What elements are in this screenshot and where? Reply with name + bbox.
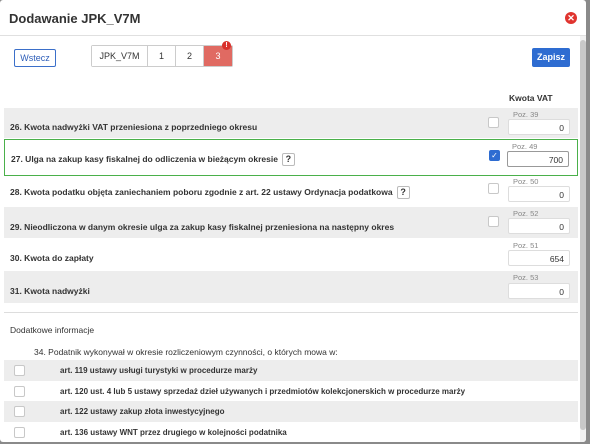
tab-jpk[interactable]: JPK_V7M	[92, 46, 148, 66]
additional-info-header: Dodatkowe informacje	[10, 325, 95, 335]
row-label: 28. Kwota podatku objęta zaniechaniem po…	[10, 186, 410, 199]
amount-value: 654	[508, 250, 570, 266]
row-label: 27. Ulga na zakup kasy fiskalnej do odli…	[11, 153, 295, 166]
row-checkbox[interactable]	[488, 216, 499, 227]
option-row: art. 122 ustawy zakup złota inwestycyjne…	[4, 401, 578, 422]
error-badge-icon: !	[222, 41, 231, 50]
poz-label: Poz. 39	[513, 110, 539, 119]
form-row-31: 31. Kwota nadwyżki Poz. 53 0	[4, 271, 578, 303]
amount-input[interactable]: 0	[508, 119, 570, 135]
save-button[interactable]: Zapisz	[532, 48, 570, 67]
poz-label: Poz. 53	[513, 273, 539, 282]
form-row-27: 27. Ulga na zakup kasy fiskalnej do odli…	[4, 139, 578, 176]
option-row: art. 119 ustawy usługi turystyki w proce…	[4, 360, 578, 381]
scrollbar-thumb[interactable]	[580, 40, 586, 430]
tab-2[interactable]: 2	[176, 46, 204, 66]
poz-label: Poz. 49	[512, 142, 538, 151]
back-button[interactable]: Wstecz	[14, 49, 56, 67]
amount-input[interactable]: 700	[507, 151, 569, 167]
form-row-29: 29. Nieodliczona w danym okresie ulga za…	[4, 207, 578, 238]
poz-label: Poz. 50	[513, 177, 539, 186]
tab-1[interactable]: 1	[148, 46, 176, 66]
amount-input[interactable]: 0	[508, 186, 570, 202]
step-tabs: JPK_V7M 1 2 3	[91, 45, 233, 67]
row-checkbox[interactable]	[488, 117, 499, 128]
option-checkbox[interactable]	[14, 427, 25, 438]
close-icon[interactable]: ✕	[565, 12, 577, 24]
form-row-30: 30. Kwota do zapłaty Poz. 51 654	[4, 239, 578, 269]
dialog-header: Dodawanie JPK_V7M ✕	[0, 0, 586, 36]
help-icon[interactable]: ?	[396, 186, 410, 199]
row-label: 30. Kwota do zapłaty	[10, 253, 94, 263]
section-divider	[4, 312, 578, 313]
option-row: art. 120 ust. 4 lub 5 ustawy sprzedaż dz…	[4, 381, 578, 402]
row-checkbox[interactable]	[488, 183, 499, 194]
poz-label: Poz. 51	[513, 241, 539, 250]
option-label: art. 136 ustawy WNT przez drugiego w kol…	[60, 428, 287, 437]
dialog-title: Dodawanie JPK_V7M	[9, 11, 141, 26]
row-label: 29. Nieodliczona w danym okresie ulga za…	[10, 222, 395, 232]
question-34: 34. Podatnik wykonywał w okresie rozlicz…	[34, 347, 338, 357]
amount-input[interactable]: 0	[508, 218, 570, 234]
dialog: Dodawanie JPK_V7M ✕ Wstecz JPK_V7M 1 2 3…	[0, 0, 586, 442]
option-checkbox[interactable]	[14, 406, 25, 417]
column-header-kwota-vat: Kwota VAT	[509, 93, 553, 103]
option-row: art. 136 ustawy WNT przez drugiego w kol…	[4, 422, 578, 442]
amount-value: 0	[508, 283, 570, 299]
option-label: art. 120 ust. 4 lub 5 ustawy sprzedaż dz…	[60, 387, 466, 396]
form-row-28: 28. Kwota podatku objęta zaniechaniem po…	[4, 177, 578, 207]
help-icon[interactable]: ?	[281, 153, 295, 166]
option-checkbox[interactable]	[14, 386, 25, 397]
poz-label: Poz. 52	[513, 209, 539, 218]
row-label: 31. Kwota nadwyżki	[10, 286, 90, 296]
option-label: art. 119 ustawy usługi turystyki w proce…	[60, 366, 258, 375]
option-checkbox[interactable]	[14, 365, 25, 376]
row-checkbox[interactable]: ✓	[489, 150, 500, 161]
form-row-26: 26. Kwota nadwyżki VAT przeniesiona z po…	[4, 108, 578, 138]
row-label: 26. Kwota nadwyżki VAT przeniesiona z po…	[10, 122, 258, 132]
option-label: art. 122 ustawy zakup złota inwestycyjne…	[60, 407, 225, 416]
